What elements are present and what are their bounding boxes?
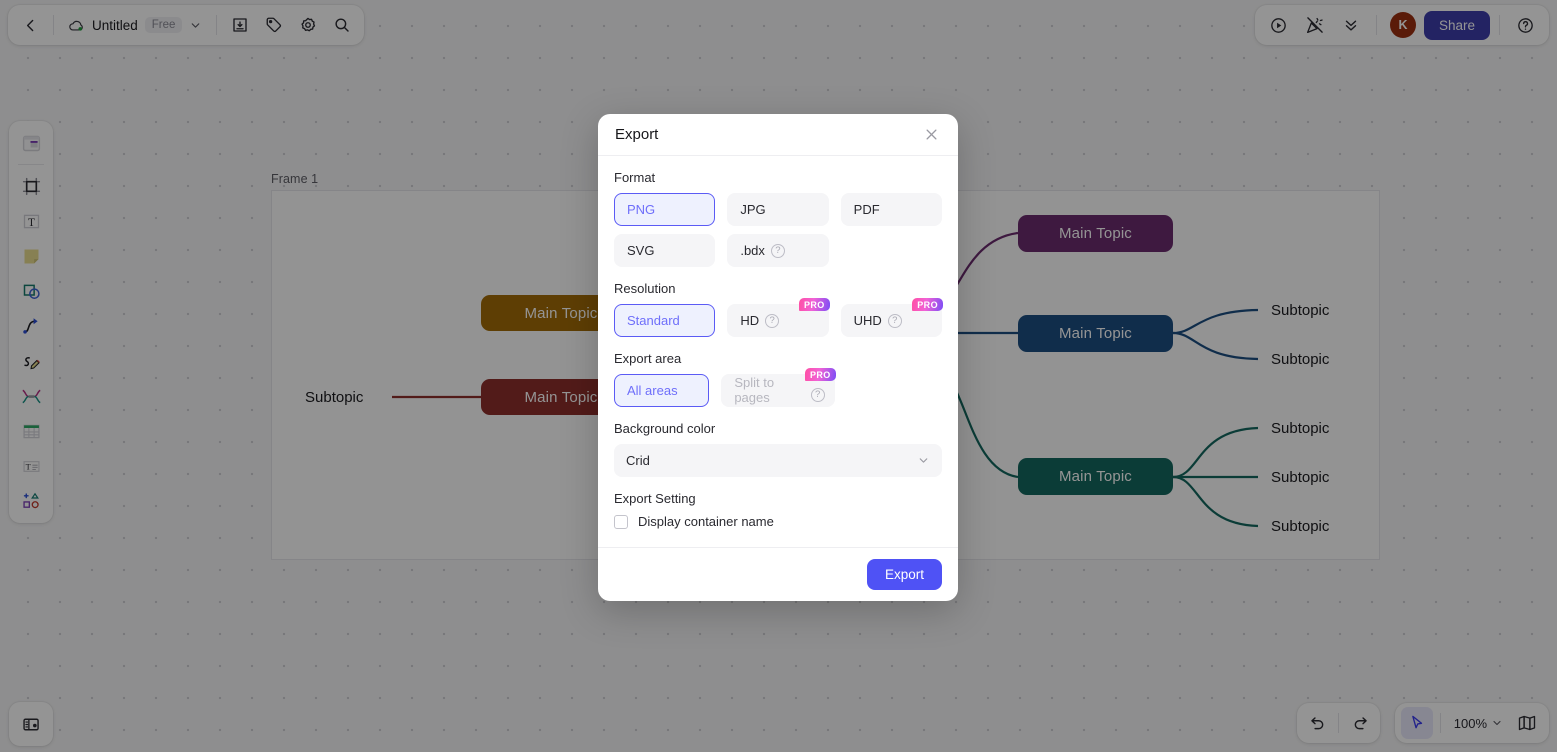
resolution-option-row: Standard HD ? PRO UHD ? PRO: [614, 298, 943, 337]
pro-badge: PRO: [912, 298, 943, 311]
format-option-jpg[interactable]: JPG: [727, 193, 829, 226]
option-label: .bdx: [740, 243, 765, 258]
dialog-header: Export: [598, 114, 958, 156]
export-area-section: Export area All areas Split to pages ? P…: [614, 351, 942, 407]
export-area-option-all-areas[interactable]: All areas: [614, 374, 710, 407]
format-option-row: PNG JPG PDF: [614, 193, 942, 226]
help-icon[interactable]: ?: [765, 313, 780, 328]
display-container-name-label[interactable]: Display container name: [638, 514, 774, 529]
export-area-option-empty: [847, 374, 942, 407]
resolution-option-hd[interactable]: HD ? PRO: [727, 298, 830, 337]
export-area-option-row: All areas Split to pages ? PRO: [614, 368, 942, 407]
dialog-body: Format PNG JPG PDF SVG .bdx ? Resolution…: [598, 156, 958, 547]
dialog-footer: Export: [598, 547, 958, 601]
option-label: PDF: [853, 202, 880, 217]
option-label: Standard: [627, 313, 680, 328]
option-label: HD: [740, 313, 760, 328]
background-color-value: Crid: [626, 453, 650, 468]
background-color-select[interactable]: Crid: [614, 444, 942, 477]
resolution-section: Resolution Standard HD ? PRO UHD ? PRO: [614, 281, 943, 337]
option-label: Split to pages: [734, 374, 775, 405]
format-option-bdx[interactable]: .bdx ?: [727, 234, 829, 267]
help-icon[interactable]: ?: [887, 313, 902, 328]
export-setting-label: Export Setting: [614, 491, 696, 506]
resolution-option-standard[interactable]: Standard: [614, 304, 716, 337]
option-label: SVG: [627, 243, 655, 258]
export-area-option-split-to-pages[interactable]: Split to pages ? PRO: [721, 368, 836, 407]
close-icon: [926, 129, 936, 140]
help-icon[interactable]: ?: [810, 388, 825, 402]
resolution-option-uhd[interactable]: UHD ? PRO: [840, 298, 943, 337]
background-color-section: Background color Crid: [614, 421, 942, 477]
option-label: JPG: [740, 202, 766, 217]
pro-badge: PRO: [798, 298, 830, 311]
option-label: UHD: [853, 313, 882, 328]
display-container-name-checkbox[interactable]: [614, 514, 628, 529]
format-option-row: SVG .bdx ?: [614, 234, 942, 267]
format-label: Format: [614, 170, 656, 185]
format-section: Format PNG JPG PDF SVG .bdx ?: [614, 170, 942, 267]
export-submit-button[interactable]: Export: [866, 559, 942, 590]
chevron-down-icon: [919, 458, 928, 463]
pro-badge: PRO: [804, 368, 836, 382]
help-icon[interactable]: ?: [770, 243, 785, 258]
format-option-empty: [841, 234, 942, 267]
export-dialog: Export Format PNG JPG PDF SVG .bdx ? Res…: [598, 114, 958, 601]
option-label: PNG: [627, 202, 656, 217]
export-setting-section: Export Setting Display container name: [614, 491, 942, 529]
resolution-label: Resolution: [614, 281, 676, 296]
option-label: All areas: [627, 383, 678, 398]
format-option-png[interactable]: PNG: [614, 193, 716, 226]
format-option-svg[interactable]: SVG: [614, 234, 716, 267]
close-button[interactable]: [920, 124, 942, 146]
dialog-title: Export: [615, 126, 659, 143]
background-color-label: Background color: [614, 421, 716, 436]
export-area-label: Export area: [614, 351, 682, 366]
display-container-name-row[interactable]: Display container name: [614, 514, 942, 529]
format-option-pdf[interactable]: PDF: [840, 193, 942, 226]
